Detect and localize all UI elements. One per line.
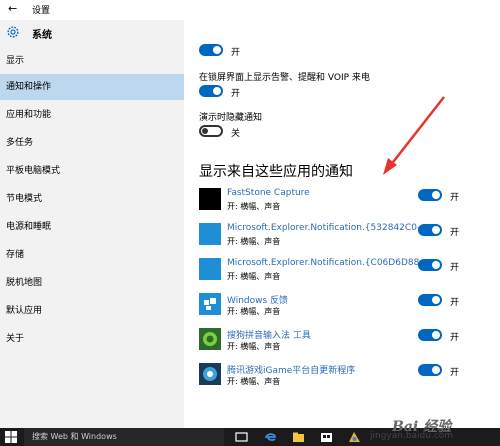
toggle-state-label: 开 bbox=[450, 228, 460, 238]
app-name[interactable]: Microsoft.Explorer.Notification.{532842C… bbox=[227, 223, 419, 233]
faststone-app-icon bbox=[199, 188, 221, 210]
back-arrow-icon[interactable]: ← bbox=[8, 2, 17, 15]
notifications-content: 开 在锁屏界面上显示告警、提醒和 VOIP 来电 开 演示时隐藏通知 关 显示来… bbox=[184, 20, 500, 428]
app-toggle[interactable] bbox=[418, 189, 442, 201]
sidebar-item-offline-maps[interactable]: 脱机地图 bbox=[0, 270, 184, 296]
igame-app-icon bbox=[199, 363, 221, 385]
sidebar-item-notifications[interactable]: 通知和操作 bbox=[0, 74, 184, 100]
sogou-icon bbox=[203, 332, 217, 346]
search-placeholder: 搜索 Web 和 Windows bbox=[32, 432, 117, 441]
app-name[interactable]: 搜狗拼音输入法 工具 bbox=[227, 328, 419, 341]
toggle-state-label: 开 bbox=[450, 368, 460, 378]
baidu-watermark-url: jingyan.baidu.com bbox=[370, 431, 454, 441]
feedback-app-icon bbox=[199, 293, 221, 315]
faststone-capture-icon[interactable] bbox=[348, 431, 361, 443]
app-toggle[interactable] bbox=[418, 329, 442, 341]
file-explorer-icon[interactable] bbox=[292, 431, 305, 443]
notifications-toggle[interactable] bbox=[199, 44, 223, 56]
sidebar-item-battery-saver[interactable]: 节电模式 bbox=[0, 186, 184, 212]
sidebar-title: 系统 bbox=[32, 30, 52, 41]
explorer-app-icon bbox=[199, 258, 221, 280]
title-bar: ← 设置 bbox=[0, 0, 500, 20]
section-title: 显示来自这些应用的通知 bbox=[199, 164, 353, 180]
igame-icon bbox=[203, 367, 217, 381]
sidebar-item-display[interactable]: 显示 bbox=[0, 48, 184, 74]
app-toggle[interactable] bbox=[418, 364, 442, 376]
app-subtitle: 开: 横幅、声音 bbox=[227, 377, 281, 386]
app-toggle[interactable] bbox=[418, 259, 442, 271]
toggle-state-label: 开 bbox=[231, 48, 241, 58]
lockscreen-toggle[interactable] bbox=[199, 85, 223, 97]
presentation-setting-label: 演示时隐藏通知 bbox=[199, 113, 263, 123]
sidebar-item-tablet-mode[interactable]: 平板电脑模式 bbox=[0, 158, 184, 184]
toggle-state-label: 关 bbox=[231, 129, 241, 139]
sogou-app-icon bbox=[199, 328, 221, 350]
edge-icon[interactable] bbox=[264, 431, 277, 443]
app-subtitle: 开: 横幅、声音 bbox=[227, 272, 281, 281]
windows-start-icon[interactable] bbox=[5, 431, 17, 443]
feedback-icon bbox=[204, 298, 216, 310]
presentation-toggle[interactable] bbox=[199, 125, 223, 137]
app-name[interactable]: FastStone Capture bbox=[227, 188, 419, 198]
sidebar-item-default-apps[interactable]: 默认应用 bbox=[0, 298, 184, 324]
toggle-state-label: 开 bbox=[450, 193, 460, 203]
gear-icon bbox=[7, 26, 19, 38]
lockscreen-setting-label: 在锁屏界面上显示告警、提醒和 VOIP 来电 bbox=[199, 73, 370, 83]
sidebar-item-storage[interactable]: 存储 bbox=[0, 242, 184, 268]
sidebar-item-multitasking[interactable]: 多任务 bbox=[0, 130, 184, 156]
app-name[interactable]: Windows 反馈 bbox=[227, 293, 419, 306]
sidebar-header: 系统 bbox=[0, 20, 184, 46]
app-subtitle: 开: 横幅、声音 bbox=[227, 202, 281, 211]
app-toggle[interactable] bbox=[418, 224, 442, 236]
sidebar-item-about[interactable]: 关于 bbox=[0, 326, 184, 352]
sidebar-item-power-sleep[interactable]: 电源和睡眠 bbox=[0, 214, 184, 240]
explorer-app-icon bbox=[199, 223, 221, 245]
app-name[interactable]: Microsoft.Explorer.Notification.{C06D6D8… bbox=[227, 258, 419, 268]
store-icon[interactable] bbox=[320, 431, 333, 443]
toggle-state-label: 开 bbox=[450, 333, 460, 343]
toggle-state-label: 开 bbox=[450, 298, 460, 308]
window-title: 设置 bbox=[32, 6, 51, 16]
taskbar: 搜索 Web 和 Windows Bai 经验 jingyan.baidu.co… bbox=[0, 419, 500, 446]
app-name[interactable]: 腾讯游戏iGame平台自更新程序 bbox=[227, 363, 419, 376]
app-subtitle: 开: 横幅、声音 bbox=[227, 237, 281, 246]
task-view-icon[interactable] bbox=[235, 431, 248, 443]
sidebar-item-apps[interactable]: 应用和功能 bbox=[0, 102, 184, 128]
taskbar-search-box[interactable]: 搜索 Web 和 Windows bbox=[24, 428, 224, 446]
toggle-state-label: 开 bbox=[231, 89, 241, 99]
toggle-state-label: 开 bbox=[450, 263, 460, 273]
app-subtitle: 开: 横幅、声音 bbox=[227, 307, 281, 316]
sidebar: 系统 显示 通知和操作 应用和功能 多任务 平板电脑模式 节电模式 电源和睡眠 … bbox=[0, 20, 184, 428]
app-subtitle: 开: 横幅、声音 bbox=[227, 342, 281, 351]
app-toggle[interactable] bbox=[418, 294, 442, 306]
